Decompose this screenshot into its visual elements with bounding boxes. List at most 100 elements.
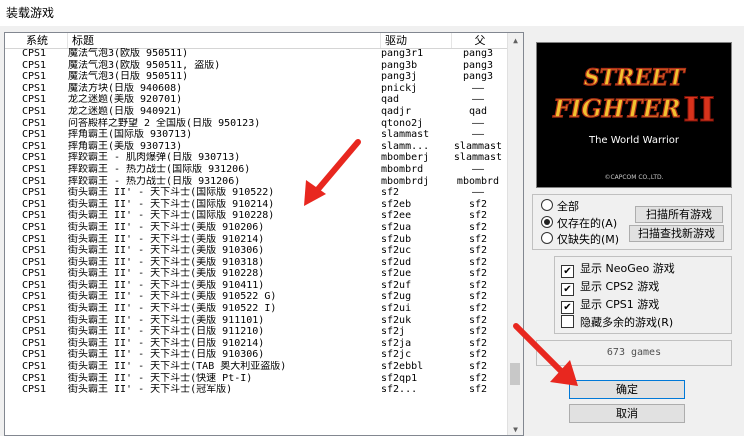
- cell-parent: sf2: [468, 198, 488, 210]
- list-item[interactable]: CPS1 摔跤霸王 - 热力战士(日版 931206) mbombrdj mbombr…: [5, 176, 509, 188]
- cell-system: CPS1: [22, 163, 47, 175]
- list-item[interactable]: CPS1 街头霸王 II' - 天下斗士(美版 910228) sf2ue sf2: [5, 268, 509, 280]
- list-item[interactable]: CPS1 街头霸王 II' - 天下斗士(美版 910522 G) sf2ug sf2: [5, 291, 509, 303]
- window-title: 装载游戏: [0, 0, 744, 26]
- cell-title: 龙之迷题(美版 920701): [68, 94, 183, 106]
- cell-system: CPS1: [22, 233, 47, 245]
- radio-missing[interactable]: 仅缺失的(M): [541, 232, 619, 248]
- scroll-up-icon[interactable]: ▲: [508, 33, 523, 48]
- list-item[interactable]: CPS1 魔法气泡3(欧版 950511, 盗版) pang3b pang3: [5, 60, 509, 72]
- cell-title: 街头霸王 II' - 天下斗士(美版 911101): [68, 314, 265, 326]
- scroll-down-icon[interactable]: ▼: [508, 422, 523, 435]
- checkbox-neogeo[interactable]: ✔ 显示 NeoGeo 游戏: [561, 261, 675, 278]
- radio-available[interactable]: 仅存在的(A): [541, 216, 617, 232]
- cell-title: 街头霸王 II' - 天下斗士(美版 910306): [68, 245, 265, 257]
- cell-parent: sf2: [468, 349, 488, 361]
- list-item[interactable]: CPS1 街头霸王 II' - 天下斗士(冠军版) sf2... sf2: [5, 384, 509, 396]
- list-item[interactable]: CPS1 摔跤霸王 - 肌肉爆弹(日版 930713) mbomberj slamma…: [5, 152, 509, 164]
- list-item[interactable]: CPS1 街头霸王 II' - 天下斗士(国际版 910214) sf2eb sf2: [5, 199, 509, 211]
- list-item[interactable]: CPS1 街头霸王 II' - 天下斗士(国际版 910228) sf2ee sf2: [5, 210, 509, 222]
- cell-title: 摔角霸王(美版 930713): [68, 140, 183, 152]
- list-item[interactable]: CPS1 摔角霸王(美版 930713) slamm... slammast: [5, 141, 509, 153]
- logo-line2: FIGHTER: [552, 94, 681, 123]
- cell-title: 摔跤霸王 - 热力战士(国际版 931206): [68, 163, 251, 175]
- list-item[interactable]: CPS1 街头霸王 II' - 天下斗士(国际版 910522) sf2 ——: [5, 187, 509, 199]
- list-item[interactable]: CPS1 街头霸王 II' - 天下斗士(日版 910306) sf2jc sf2: [5, 349, 509, 361]
- list-item[interactable]: CPS1 街头霸王 II' - 天下斗士(快速 Pt-I) sf2qp1 sf2: [5, 373, 509, 385]
- cancel-button[interactable]: 取消: [569, 404, 685, 423]
- column-header-system[interactable]: 系统: [22, 33, 68, 48]
- cell-title: 街头霸王 II' - 天下斗士(国际版 910228): [68, 210, 275, 222]
- cell-title: 街头霸王 II' - 天下斗士(日版 910306): [68, 349, 265, 361]
- checkbox-cps2[interactable]: ✔ 显示 CPS2 游戏: [561, 279, 660, 296]
- list-item[interactable]: CPS1 摔跤霸王 - 热力战士(国际版 931206) mbombrd ——: [5, 164, 509, 176]
- list-item[interactable]: CPS1 魔法方块(日版 940608) pnickj ——: [5, 83, 509, 95]
- radio-all-label: 全部: [557, 200, 579, 213]
- cell-title: 摔跤霸王 - 热力战士(日版 931206): [68, 175, 241, 187]
- list-item[interactable]: CPS1 魔法气泡3(日版 950511) pang3j pang3: [5, 71, 509, 83]
- checkbox-neogeo-icon[interactable]: ✔: [561, 265, 574, 278]
- ok-button[interactable]: 确定: [569, 380, 685, 399]
- cell-title: 街头霸王 II' - 天下斗士(美版 910522 G): [68, 291, 277, 303]
- list-item[interactable]: CPS1 街头霸王 II' - 天下斗士(TAB 奥大利亚盗版) sf2ebbl sf…: [5, 361, 509, 373]
- list-item[interactable]: CPS1 街头霸王 II' - 天下斗士(日版 910214) sf2ja sf2: [5, 338, 509, 350]
- cell-driver: sf2ua: [381, 221, 412, 233]
- cell-driver: mbombrdj: [381, 175, 430, 187]
- cell-system: CPS1: [22, 279, 47, 291]
- list-item[interactable]: CPS1 龙之迷题(美版 920701) qad ——: [5, 94, 509, 106]
- list-scrollbar[interactable]: ▲ ▼: [507, 33, 523, 435]
- cell-driver: sf2uk: [381, 314, 412, 326]
- checkbox-hide-extra-icon[interactable]: [561, 315, 574, 328]
- game-list[interactable]: 系统 标题 驱动 父 CPS1 魔法气泡3(欧版 950511) pang3r1 pa…: [4, 32, 524, 436]
- cell-system: CPS1: [22, 361, 47, 373]
- checkbox-neogeo-label: 显示 NeoGeo 游戏: [580, 262, 675, 275]
- list-item[interactable]: CPS1 魔法气泡3(欧版 950511) pang3r1 pang3: [5, 48, 509, 60]
- cell-parent: sf2: [468, 221, 488, 233]
- cell-parent: sf2: [468, 210, 488, 222]
- street-fighter-logo: STREET FIGHTER II The World Warrior ©CAP…: [552, 64, 716, 181]
- cell-driver: sf2ui: [381, 303, 412, 315]
- cell-system: CPS1: [22, 152, 47, 164]
- games-count: 673 games: [536, 340, 732, 366]
- cell-system: CPS1: [22, 349, 47, 361]
- cell-driver: sf2ue: [381, 268, 412, 280]
- cell-driver: sf2ud: [381, 256, 412, 268]
- cell-title: 魔法气泡3(欧版 950511, 盗版): [68, 59, 221, 71]
- list-item[interactable]: CPS1 街头霸王 II' - 天下斗士(美版 910206) sf2ua sf2: [5, 222, 509, 234]
- cell-parent: ——: [471, 117, 485, 129]
- list-item[interactable]: CPS1 摔角霸王(国际版 930713) slammast ——: [5, 129, 509, 141]
- scan-new-button[interactable]: 扫描查找新游戏: [629, 225, 724, 242]
- list-item[interactable]: CPS1 龙之迷题(日版 940921) qadjr qad: [5, 106, 509, 118]
- column-header-driver[interactable]: 驱动: [381, 33, 452, 48]
- list-item[interactable]: CPS1 街头霸王 II' - 天下斗士(日版 911210) sf2j sf2: [5, 326, 509, 338]
- cell-driver: slammast: [381, 129, 430, 141]
- checkbox-cps2-icon[interactable]: ✔: [561, 283, 574, 296]
- cell-driver: sf2ug: [381, 291, 412, 303]
- checkbox-cps2-label: 显示 CPS2 游戏: [580, 280, 660, 293]
- logo-line1: STREET: [584, 65, 686, 91]
- cell-parent: ——: [471, 82, 485, 94]
- column-header-title[interactable]: 标题: [68, 33, 381, 48]
- list-item[interactable]: CPS1 街头霸王 II' - 天下斗士(美版 910411) sf2uf sf2: [5, 280, 509, 292]
- list-item[interactable]: CPS1 问答殿样之野望 2 全国版(日版 950123) qtono2j ——: [5, 118, 509, 130]
- cell-driver: pang3j: [381, 71, 418, 83]
- scan-all-button[interactable]: 扫描所有游戏: [635, 206, 723, 223]
- checkbox-cps1[interactable]: ✔ 显示 CPS1 游戏: [561, 297, 659, 314]
- cell-parent: sf2: [468, 372, 488, 384]
- list-item[interactable]: CPS1 街头霸王 II' - 天下斗士(美版 910214) sf2ub sf2: [5, 234, 509, 246]
- radio-available-icon[interactable]: [541, 216, 553, 228]
- list-item[interactable]: CPS1 街头霸王 II' - 天下斗士(美版 910306) sf2uc sf2: [5, 245, 509, 257]
- list-item[interactable]: CPS1 街头霸王 II' - 天下斗士(美版 910522 I) sf2ui sf2: [5, 303, 509, 315]
- list-item[interactable]: CPS1 街头霸王 II' - 天下斗士(美版 911101) sf2uk sf2: [5, 315, 509, 327]
- checkbox-hide-extra[interactable]: 隐藏多余的游戏(R): [561, 315, 673, 331]
- scroll-thumb[interactable]: [510, 363, 520, 385]
- cell-title: 街头霸王 II' - 天下斗士(快速 Pt-I): [68, 372, 253, 384]
- list-item[interactable]: CPS1 街头霸王 II' - 天下斗士(美版 910318) sf2ud sf2: [5, 257, 509, 269]
- radio-all-icon[interactable]: [541, 199, 553, 211]
- checkbox-cps1-icon[interactable]: ✔: [561, 301, 574, 314]
- column-header-parent[interactable]: 父: [452, 33, 509, 48]
- cell-parent: sf2: [468, 291, 488, 303]
- radio-missing-icon[interactable]: [541, 232, 553, 244]
- radio-all[interactable]: 全部: [541, 199, 579, 215]
- cell-driver: mbombrd: [381, 163, 424, 175]
